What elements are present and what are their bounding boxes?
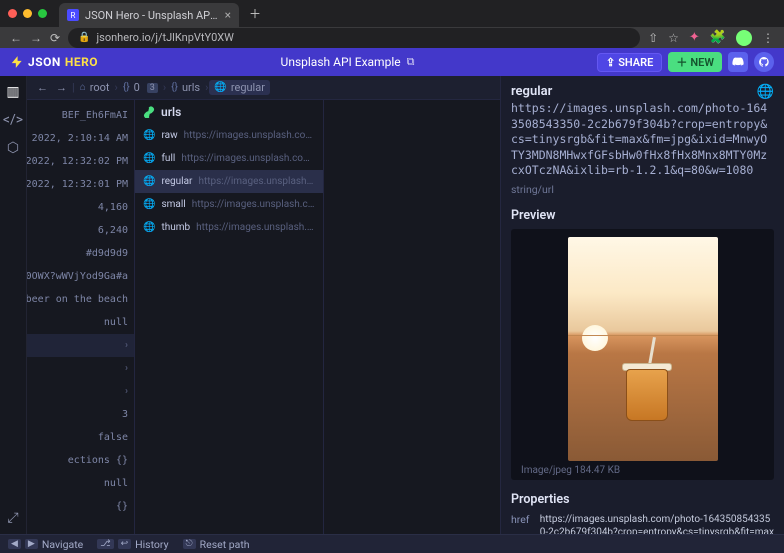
address-bar: ← → ⟳ 🔒 jsonhero.io/j/tJlKnpVtY0XW ⇧ ☆ ✦…	[0, 27, 784, 48]
list-item[interactable]: 4,160	[27, 196, 134, 219]
reload-icon[interactable]: ⟳	[50, 31, 60, 45]
list-item[interactable]: 3	[27, 403, 134, 426]
property-row: href https://images.unsplash.com/photo-1…	[511, 513, 774, 534]
image-meta: Image/jpeg 184.47 KB	[511, 461, 774, 476]
profile-avatar[interactable]	[736, 30, 752, 46]
properties-header: Properties	[511, 492, 774, 507]
tab-title: JSON Hero - Unsplash API Ex…	[85, 9, 219, 22]
column-header: urls	[135, 100, 323, 124]
url-row-thumb[interactable]: 🌐thumb https://images.unsplash.com/…	[135, 216, 323, 239]
crumb-urls[interactable]: {}urls	[167, 81, 204, 94]
share-icon[interactable]: ⇧	[648, 31, 658, 45]
main: ▥ </> ⬡ ⤢ ← → | ⌂root › {}03 › {}urls › …	[0, 76, 784, 534]
list-item[interactable]: 6,240	[27, 219, 134, 242]
brand-b: HERO	[65, 55, 98, 69]
preview-header: Preview	[511, 208, 774, 223]
url-row-raw[interactable]: 🌐raw https://images.unsplash.com/ph…	[135, 124, 323, 147]
list-item[interactable]: null	[27, 311, 134, 334]
list-item[interactable]: {}	[27, 495, 134, 518]
expand-icon[interactable]: ⤢	[7, 510, 18, 526]
crumb-0[interactable]: {}03	[119, 81, 162, 94]
app-title: Unsplash API Example ⧉	[281, 55, 415, 69]
globe-icon: 🌐	[143, 130, 155, 141]
app-header: JSON HERO Unsplash API Example ⧉ ⇪ SHARE …	[0, 48, 784, 76]
menu-icon[interactable]: ⋮	[762, 31, 774, 45]
browser-tab[interactable]: R JSON Hero - Unsplash API Ex… ×	[59, 3, 239, 27]
new-tab-button[interactable]: ＋	[245, 4, 265, 24]
extensions-icon[interactable]: 🧩	[710, 30, 726, 45]
extension-icon[interactable]: ✦	[689, 30, 700, 45]
url-field[interactable]: 🔒 jsonhero.io/j/tJlKnpVtY0XW	[68, 28, 640, 48]
crumb-root[interactable]: ⌂root	[76, 81, 114, 94]
discord-icon[interactable]	[728, 52, 748, 72]
sb-history[interactable]: ⎇↩History	[97, 538, 168, 551]
share-button[interactable]: ⇪ SHARE	[597, 53, 662, 72]
traffic-lights[interactable]	[8, 9, 47, 18]
home-icon: ⌂	[80, 82, 86, 93]
lock-icon: 🔒	[78, 32, 90, 43]
bc-back[interactable]: ←	[33, 81, 52, 94]
rail: ▥ </> ⬡ ⤢	[0, 76, 27, 534]
property-value: https://images.unsplash.com/photo-164350…	[540, 513, 774, 534]
breadcrumbs: ← → | ⌂root › {}03 › {}urls › 🌐regular	[27, 76, 500, 100]
close-icon[interactable]: ×	[225, 8, 231, 22]
list-item[interactable]: ›	[27, 380, 134, 403]
link-icon	[143, 106, 155, 118]
list-item[interactable]: null	[27, 472, 134, 495]
browser-chrome: R JSON Hero - Unsplash API Ex… × ＋ ← → ⟳…	[0, 0, 784, 48]
inspector-type: string/url	[511, 183, 774, 196]
forward-icon[interactable]: →	[30, 31, 42, 45]
new-button[interactable]: ＋ NEW	[668, 52, 722, 72]
tree-view-icon[interactable]: ⬡	[7, 140, 19, 156]
globe-icon: 🌐	[143, 222, 155, 233]
preview-box: Image/jpeg 184.47 KB	[511, 229, 774, 480]
parent-column: BEF_Eh6FmAI0, 2022, 2:10:14 AM1, 2022, 1…	[27, 100, 134, 534]
list-item[interactable]: ections {}	[27, 449, 134, 472]
url-text: jsonhero.io/j/tJlKnpVtY0XW	[97, 31, 234, 44]
list-item[interactable]: 1, 2022, 12:32:02 PM	[27, 150, 134, 173]
preview-image[interactable]	[568, 237, 718, 461]
urls-column: urls 🌐raw https://images.unsplash.com/ph…	[134, 100, 324, 534]
bolt-icon	[10, 55, 24, 69]
url-row-regular[interactable]: 🌐regular https://images.unsplash.com…	[135, 170, 323, 193]
list-item[interactable]: false	[27, 426, 134, 449]
statusbar: ◀▶Navigate ⎇↩History ⎋Reset path	[0, 534, 784, 553]
inspector-value: https://images.unsplash.com/photo-164350…	[511, 101, 774, 179]
bc-fwd[interactable]: →	[52, 81, 71, 94]
url-row-small[interactable]: 🌐small https://images.unsplash.com/p…	[135, 193, 323, 216]
globe-icon[interactable]: 🌐	[757, 84, 774, 100]
globe-icon: 🌐	[143, 199, 155, 210]
bookmark-icon[interactable]: ☆	[668, 31, 679, 45]
list-item[interactable]: 1, 2022, 12:32:01 PM	[27, 173, 134, 196]
code-view-icon[interactable]: </>	[3, 112, 23, 128]
brand-a: JSON	[28, 55, 61, 69]
globe-icon: 🌐	[214, 82, 226, 93]
crumb-regular[interactable]: 🌐regular	[209, 80, 270, 95]
globe-icon: 🌐	[143, 176, 155, 187]
list-item[interactable]: FjY0OWX?wWVjYod9Ga#a	[27, 265, 134, 288]
favicon-icon: R	[67, 9, 79, 21]
app-actions: ⇪ SHARE ＋ NEW	[597, 52, 774, 72]
globe-icon: 🌐	[143, 153, 155, 164]
sb-navigate[interactable]: ◀▶Navigate	[8, 538, 83, 551]
list-item[interactable]: #d9d9d9	[27, 242, 134, 265]
property-key: href	[511, 513, 530, 534]
github-icon[interactable]	[754, 52, 774, 72]
sb-reset[interactable]: ⎋Reset path	[183, 538, 250, 551]
title-text: Unsplash API Example	[281, 55, 401, 69]
list-item[interactable]: old beer on the beach	[27, 288, 134, 311]
list-item[interactable]: ›	[27, 357, 134, 380]
inspector-title: regular	[511, 84, 774, 99]
list-item[interactable]: BEF_Eh6FmAI	[27, 104, 134, 127]
url-row-full[interactable]: 🌐full https://images.unsplash.com/ph…	[135, 147, 323, 170]
list-item[interactable]: 0, 2022, 2:10:14 AM	[27, 127, 134, 150]
tabstrip: R JSON Hero - Unsplash API Ex… × ＋	[0, 0, 784, 27]
inspector: 🌐 regular https://images.unsplash.com/ph…	[500, 76, 784, 534]
empty-column	[324, 100, 500, 534]
columns-view-icon[interactable]: ▥	[6, 84, 19, 100]
list-item[interactable]: ›	[27, 334, 134, 357]
back-icon[interactable]: ←	[10, 31, 22, 45]
open-icon[interactable]: ⧉	[407, 55, 415, 69]
brand[interactable]: JSON HERO	[10, 55, 98, 69]
